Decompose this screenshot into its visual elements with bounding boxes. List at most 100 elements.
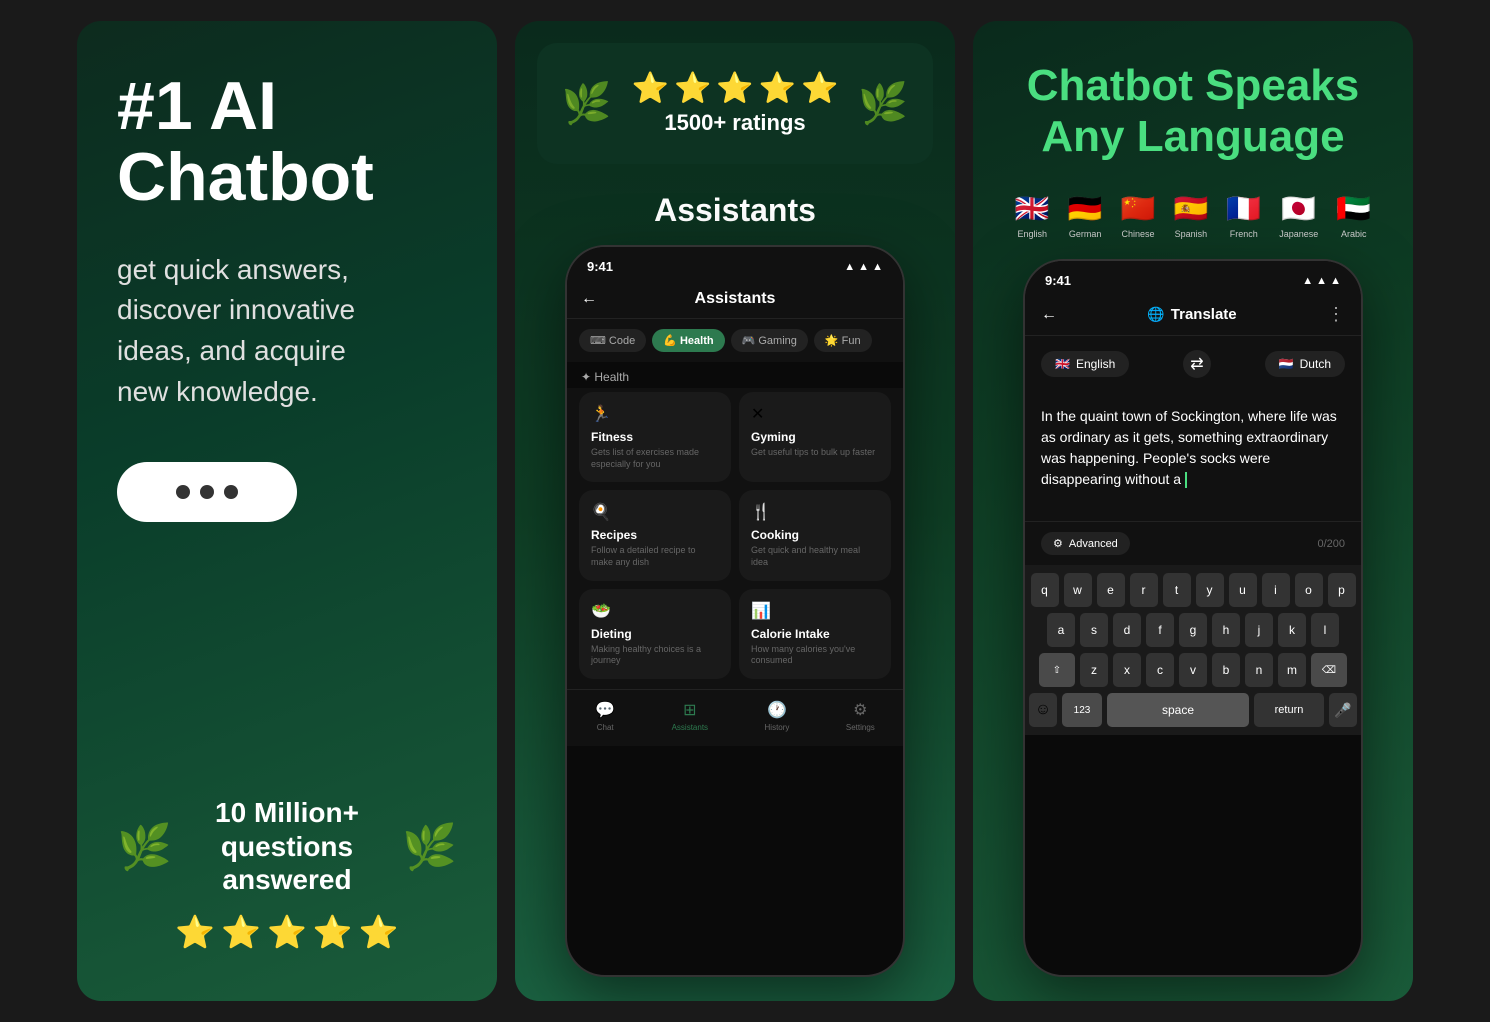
key-123[interactable]: 123 (1062, 693, 1102, 727)
panel1-stars: ⭐ ⭐ ⭐ ⭐ ⭐ (117, 913, 457, 951)
card-dieting[interactable]: 🥗 Dieting Making healthy choices is a jo… (579, 589, 731, 679)
dot-2 (200, 485, 214, 499)
panel-1-top-content: #1 AI Chatbot get quick answers, discove… (117, 71, 457, 522)
translate-globe-icon: 🌐 (1147, 306, 1164, 323)
translate-screen-title: Translate (1171, 306, 1237, 323)
key-x[interactable]: x (1113, 653, 1141, 687)
ratings-laurel-left: 🌿 (562, 80, 612, 127)
card-recipes[interactable]: 🍳 Recipes Follow a detailed recipe to ma… (579, 490, 731, 580)
translate-advanced-row: ⚙ Advanced 0/200 (1025, 522, 1361, 565)
key-n[interactable]: n (1245, 653, 1273, 687)
tab-gaming[interactable]: 🎮 Gaming (731, 329, 808, 352)
card-calorie[interactable]: 📊 Calorie Intake How many calories you'v… (739, 589, 891, 679)
lang-japanese: 🇯🇵 Japanese (1279, 192, 1318, 239)
calorie-desc: How many calories you've consumed (751, 644, 879, 667)
arabic-flag-icon: 🇦🇪 (1336, 192, 1371, 225)
translate-title-row: 🌐 Translate (1147, 306, 1236, 323)
japanese-flag-icon: 🇯🇵 (1281, 192, 1316, 225)
phone-screen-title: Assistants (695, 290, 776, 308)
key-h[interactable]: h (1212, 613, 1240, 647)
hero-title: #1 AI Chatbot (117, 71, 457, 214)
tab-code[interactable]: ⌨ Code (579, 329, 646, 352)
key-b[interactable]: b (1212, 653, 1240, 687)
key-y[interactable]: y (1196, 573, 1224, 607)
key-o[interactable]: o (1295, 573, 1323, 607)
keyboard: q w e r t y u i o p a s d f g h j k l (1025, 565, 1361, 735)
recipes-title: Recipes (591, 528, 719, 542)
card-cooking[interactable]: 🍴 Cooking Get quick and healthy meal ide… (739, 490, 891, 580)
key-c[interactable]: c (1146, 653, 1174, 687)
key-j[interactable]: j (1245, 613, 1273, 647)
panel-1-bottom-content: 🌿 10 Million+ questions answered 🌿 ⭐ ⭐ ⭐… (117, 796, 457, 951)
translate-status-bar: 9:41 ▲ ▲ ▲ (1025, 261, 1361, 294)
from-language-button[interactable]: 🇬🇧 English (1041, 351, 1129, 377)
key-e[interactable]: e (1097, 573, 1125, 607)
language-flags-row: 🇬🇧 English 🇩🇪 German 🇨🇳 Chinese 🇪🇸 Spani… (995, 192, 1391, 259)
to-language-button[interactable]: 🇳🇱 Dutch (1265, 351, 1345, 377)
key-p[interactable]: p (1328, 573, 1356, 607)
key-u[interactable]: u (1229, 573, 1257, 607)
calorie-icon: 📊 (751, 601, 879, 621)
keyboard-bottom-row: ☺ 123 space return 🎤 (1029, 693, 1357, 727)
nav-chat[interactable]: 💬 Chat (595, 700, 615, 732)
chat-nav-icon: 💬 (595, 700, 615, 720)
key-t[interactable]: t (1163, 573, 1191, 607)
panel-1: #1 AI Chatbot get quick answers, discove… (77, 21, 497, 1001)
key-space[interactable]: space (1107, 693, 1249, 727)
lang-spanish: 🇪🇸 Spanish (1173, 192, 1208, 239)
nav-assistants[interactable]: ⊞ Assistants (672, 700, 708, 732)
card-fitness[interactable]: 🏃 Fitness Gets list of exercises made es… (579, 392, 731, 482)
french-label: French (1230, 229, 1258, 239)
key-r[interactable]: r (1130, 573, 1158, 607)
laurel-left-icon: 🌿 (117, 821, 172, 873)
german-flag-icon: 🇩🇪 (1068, 192, 1103, 225)
key-f[interactable]: f (1146, 613, 1174, 647)
key-a[interactable]: a (1047, 613, 1075, 647)
key-w[interactable]: w (1064, 573, 1092, 607)
health-cards-grid: 🏃 Fitness Gets list of exercises made es… (567, 388, 903, 689)
translate-back-button[interactable]: ← (1041, 306, 1057, 324)
key-v[interactable]: v (1179, 653, 1207, 687)
chat-nav-label: Chat (597, 723, 614, 732)
ratings-stars: ⭐ ⭐ ⭐ ⭐ ⭐ (632, 71, 839, 106)
key-z[interactable]: z (1080, 653, 1108, 687)
phone-header: ← Assistants (567, 280, 903, 319)
swap-languages-button[interactable]: ⇄ (1183, 350, 1211, 378)
key-m[interactable]: m (1278, 653, 1306, 687)
key-emoji[interactable]: ☺ (1029, 693, 1057, 727)
tab-health[interactable]: 💪 Health (652, 329, 724, 352)
phone-mockup-translate: 9:41 ▲ ▲ ▲ ← 🌐 Translate ⋮ 🇬🇧 English ⇄ … (1023, 259, 1363, 977)
key-i[interactable]: i (1262, 573, 1290, 607)
key-backspace[interactable]: ⌫ (1311, 653, 1347, 687)
english-label: English (1018, 229, 1048, 239)
advanced-icon: ⚙ (1053, 537, 1063, 550)
translate-more-icon[interactable]: ⋮ (1327, 304, 1345, 325)
panel-2: 🌿 ⭐ ⭐ ⭐ ⭐ ⭐ 1500+ ratings 🌿 Assistants 9… (515, 21, 955, 1001)
tab-fun[interactable]: 🌟 Fun (814, 329, 872, 352)
advanced-button[interactable]: ⚙ Advanced (1041, 532, 1130, 555)
nav-history[interactable]: 🕐 History (765, 700, 790, 732)
card-gyming[interactable]: ✕ Gyming Get useful tips to bulk up fast… (739, 392, 891, 482)
key-mic[interactable]: 🎤 (1329, 693, 1357, 727)
english-flag-icon: 🇬🇧 (1015, 192, 1050, 225)
phone-back-button[interactable]: ← (581, 290, 597, 308)
key-q[interactable]: q (1031, 573, 1059, 607)
key-d[interactable]: d (1113, 613, 1141, 647)
laurel-right-icon: 🌿 (402, 821, 457, 873)
key-g[interactable]: g (1179, 613, 1207, 647)
key-return[interactable]: return (1254, 693, 1324, 727)
key-l[interactable]: l (1311, 613, 1339, 647)
dot-3 (224, 485, 238, 499)
key-s[interactable]: s (1080, 613, 1108, 647)
settings-nav-label: Settings (846, 723, 875, 732)
history-nav-label: History (765, 723, 790, 732)
key-k[interactable]: k (1278, 613, 1306, 647)
from-lang-label: English (1076, 357, 1115, 371)
dot-1 (176, 485, 190, 499)
translate-input-area[interactable]: In the quaint town of Sockington, where … (1025, 392, 1361, 522)
key-shift[interactable]: ⇧ (1039, 653, 1075, 687)
recipes-desc: Follow a detailed recipe to make any dis… (591, 545, 719, 568)
million-line2: questions answered (186, 830, 388, 897)
char-count: 0/200 (1317, 538, 1345, 550)
nav-settings[interactable]: ⚙ Settings (846, 700, 875, 732)
